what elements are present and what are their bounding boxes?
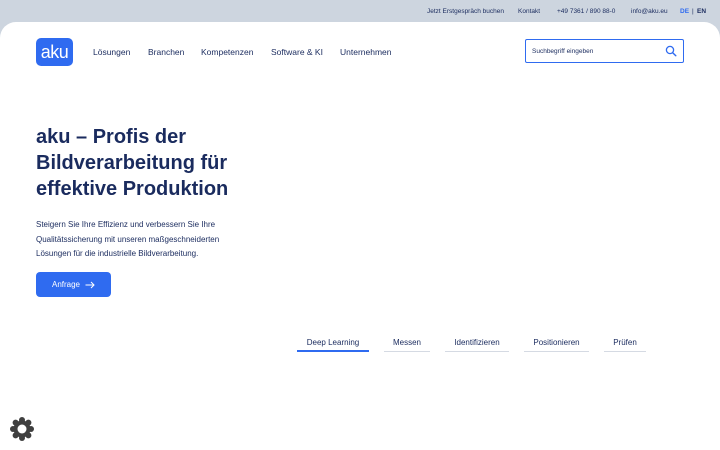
cookie-settings-icon[interactable] <box>9 416 35 442</box>
contact-link[interactable]: Kontakt <box>518 8 540 15</box>
inquiry-button-label: Anfrage <box>51 280 81 289</box>
main-page: aku Lösungen Branchen Kompetenzen Softwa… <box>0 22 720 450</box>
aku-logo[interactable]: aku <box>36 38 73 66</box>
language-separator: | <box>692 8 694 15</box>
search-input[interactable] <box>532 44 657 58</box>
top-bar: Jetzt Erstgespräch buchen Kontakt +49 73… <box>0 0 720 24</box>
inquiry-button[interactable]: Anfrage <box>36 272 111 297</box>
hero-description: Steigern Sie Ihre Effizienz und verbesse… <box>36 218 276 262</box>
nav-item-software-ki[interactable]: Software & KI <box>271 47 323 57</box>
tab-positionieren[interactable]: Positionieren <box>524 338 589 352</box>
tab-pruefen[interactable]: Prüfen <box>604 338 646 352</box>
hero-title-line: Bildverarbeitung für <box>36 152 228 174</box>
phone-link[interactable]: +49 7361 / 890 88-0 <box>557 8 615 15</box>
hero-title: aku – Profis der Bildverarbeitung für ef… <box>36 124 296 202</box>
tab-identifizieren[interactable]: Identifizieren <box>445 338 509 352</box>
hero-text-line: Steigern Sie Ihre Effizienz und verbesse… <box>36 220 216 229</box>
nav-item-kompetenzen[interactable]: Kompetenzen <box>201 47 253 57</box>
arrow-right-icon <box>85 281 95 288</box>
nav-item-unternehmen[interactable]: Unternehmen <box>340 47 392 57</box>
book-consultation-link[interactable]: Jetzt Erstgespräch buchen <box>427 8 504 15</box>
search-box <box>525 39 684 63</box>
nav-item-loesungen[interactable]: Lösungen <box>93 47 130 57</box>
language-en[interactable]: EN <box>697 8 706 15</box>
hero-title-line: effektive Produktion <box>36 178 229 200</box>
email-link[interactable]: info@aku.eu <box>631 8 668 15</box>
language-de[interactable]: DE <box>680 8 689 15</box>
hero-title-line: aku – Profis der <box>36 126 187 148</box>
hero-text-line: Lösungen für die industrielle Bildverarb… <box>36 249 199 258</box>
tab-deep-learning[interactable]: Deep Learning <box>297 338 369 352</box>
tab-messen[interactable]: Messen <box>384 338 430 352</box>
hero-text-line: Qualitätssicherung mit unseren maßgeschn… <box>36 234 220 244</box>
search-icon[interactable] <box>665 45 677 57</box>
nav-item-branchen[interactable]: Branchen <box>148 47 184 57</box>
